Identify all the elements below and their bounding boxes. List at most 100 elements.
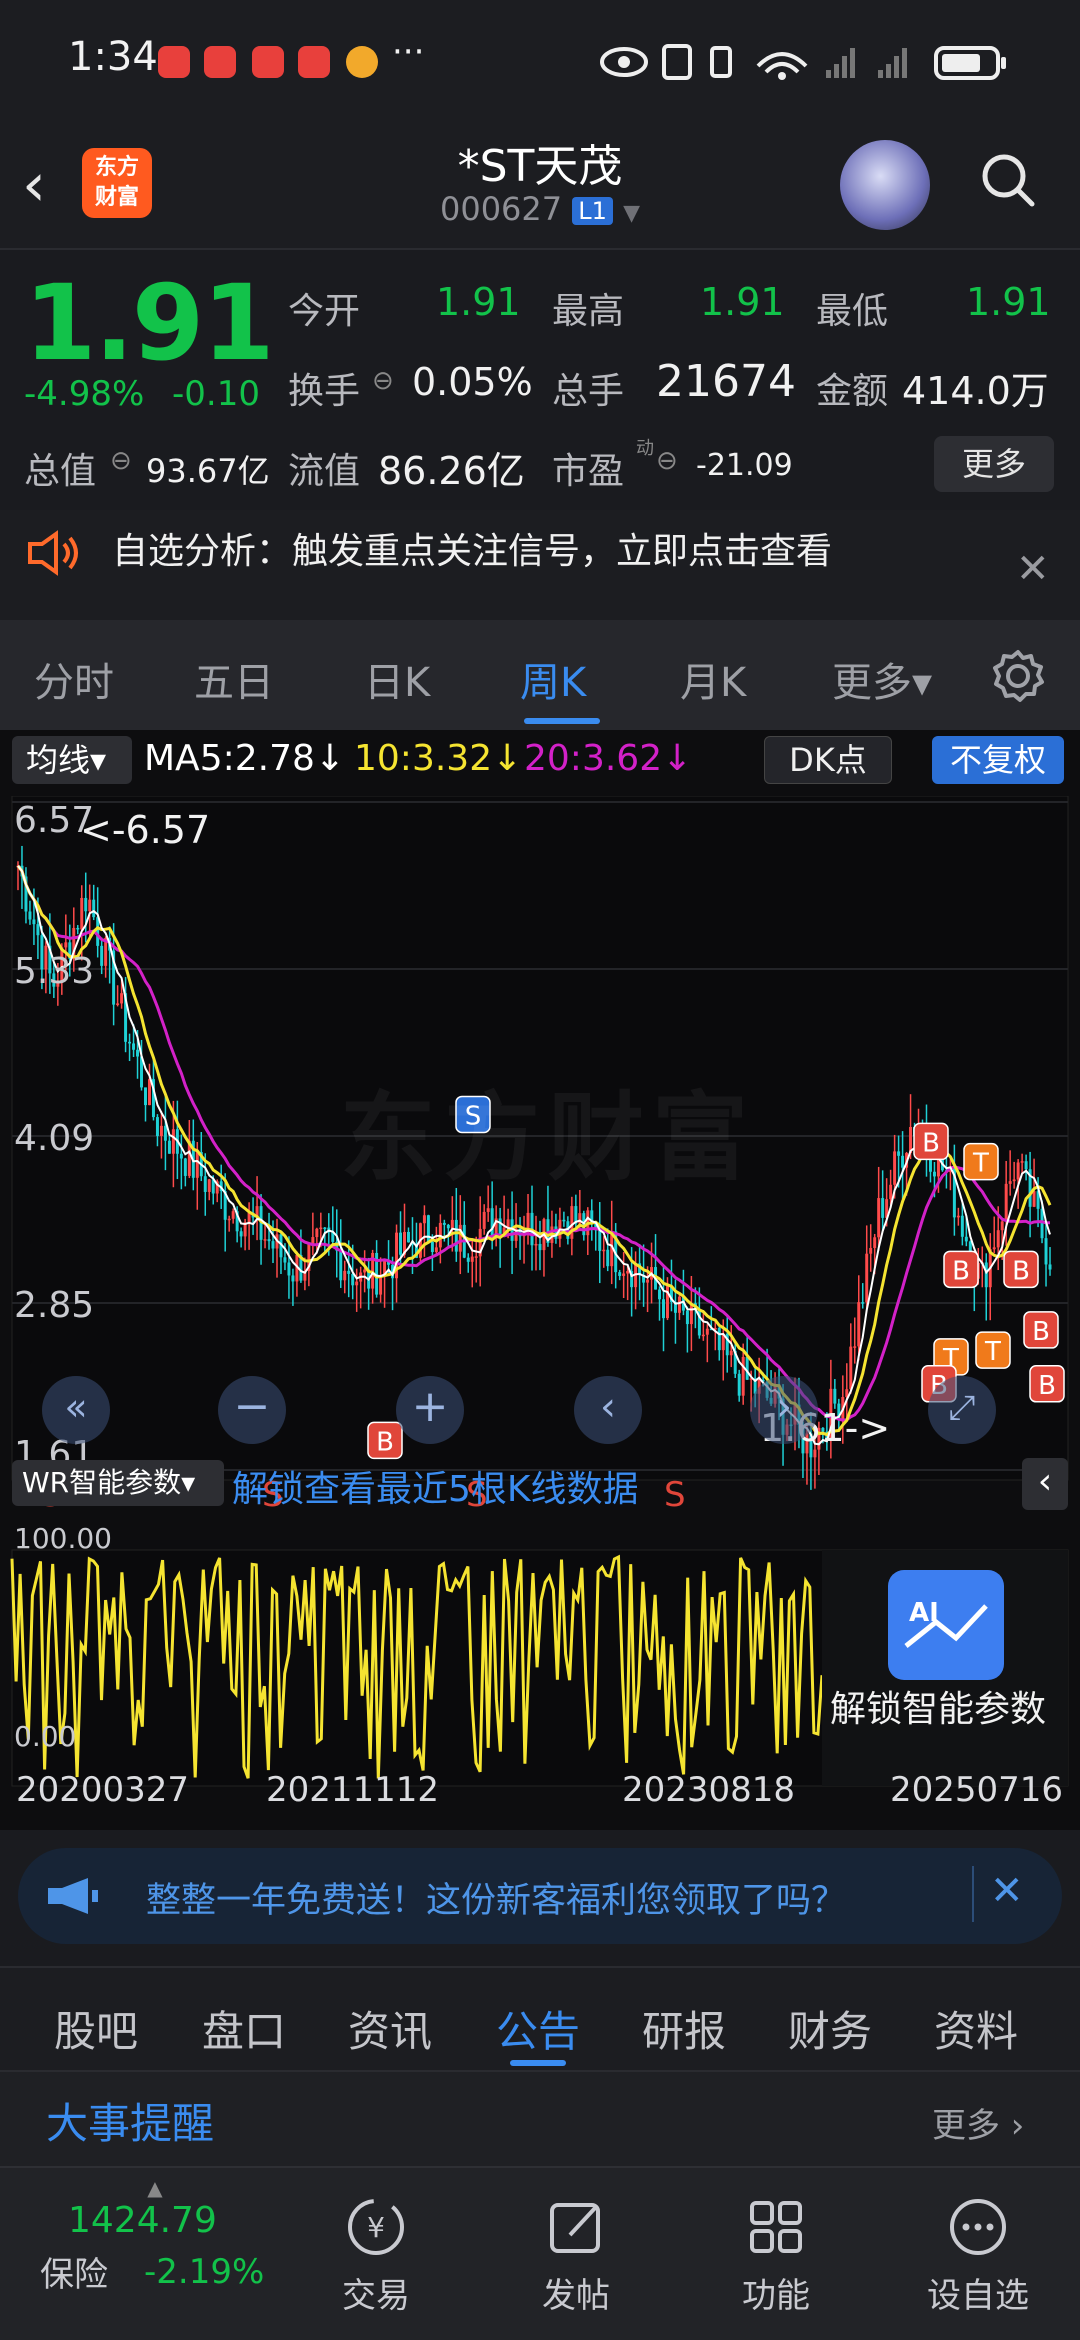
tab-profile[interactable]: 资料 xyxy=(934,1998,1018,2059)
tab-daily-k[interactable]: 日K xyxy=(364,650,430,708)
index-value: 1424.79 xyxy=(68,2200,217,2241)
candle-body xyxy=(136,1049,140,1057)
nav-add-watchlist[interactable]: 设自选 xyxy=(898,2192,1058,2317)
status-bar: 1:34 ··· xyxy=(0,0,1080,120)
scroll-left-fast-button[interactable]: « xyxy=(42,1376,110,1444)
float-cap-label: 流值 xyxy=(288,451,361,492)
candle-body xyxy=(717,1328,721,1351)
weibo-icon xyxy=(346,46,378,78)
candle-body xyxy=(355,1281,359,1286)
pe-value: -21.09 xyxy=(696,448,793,483)
candle-body xyxy=(602,1249,606,1252)
notification-icon xyxy=(252,46,284,78)
svg-text:B: B xyxy=(922,1128,940,1158)
candle-body xyxy=(454,1219,458,1252)
nav-post[interactable]: 发帖 xyxy=(496,2192,656,2317)
candle-body xyxy=(179,1153,183,1159)
notification-icon xyxy=(158,46,190,78)
unlock-kline-link[interactable]: 解锁查看最近5根K线数据 xyxy=(232,1460,639,1512)
notification-icon xyxy=(204,46,236,78)
notice-text: 自选分析：触发重点关注信号，立即点击查看 xyxy=(112,531,833,572)
tab-guba[interactable]: 股吧 xyxy=(54,1998,138,2059)
svg-text:T: T xyxy=(984,1337,1001,1367)
tab-five-day[interactable]: 五日 xyxy=(194,650,274,708)
signal-marker: B xyxy=(1023,1311,1059,1349)
candle-body xyxy=(474,1256,478,1258)
candle-body xyxy=(64,942,68,948)
candle-body xyxy=(677,1296,681,1313)
info-icon[interactable]: ⊖ xyxy=(372,366,394,396)
tab-monthly-k[interactable]: 月K xyxy=(680,650,746,708)
tab-pankou[interactable]: 盘口 xyxy=(202,1998,286,2059)
info-icon[interactable]: ⊖ xyxy=(656,446,678,476)
index-ticker[interactable]: ▲ 1424.79 保险 -2.19% xyxy=(20,2176,290,2326)
level-badge: L1 xyxy=(572,197,613,225)
candle-body xyxy=(343,1270,347,1281)
candle-body xyxy=(901,1155,905,1168)
candle-body xyxy=(207,1179,211,1192)
amount-label: 金额 xyxy=(816,371,889,412)
candle-body xyxy=(32,919,36,925)
dk-point-button[interactable]: DK点 xyxy=(764,736,892,784)
candle-body xyxy=(323,1227,327,1230)
candle-body xyxy=(1000,1221,1004,1231)
signal-marker: T xyxy=(963,1142,999,1181)
zoom-in-button[interactable]: + xyxy=(396,1376,464,1444)
candle-body xyxy=(705,1328,709,1335)
nav-functions[interactable]: 功能 xyxy=(696,2192,856,2317)
search-icon[interactable] xyxy=(978,150,1038,210)
zoom-out-button[interactable]: − xyxy=(218,1376,286,1444)
fullscreen-icon[interactable]: ⤢ xyxy=(928,1376,996,1444)
chart-period-tabs: 分时 五日 日K 周K 月K 更多▾ xyxy=(0,620,1080,730)
candle-body xyxy=(741,1356,745,1396)
indicator-max-label: 100.00 xyxy=(14,1522,112,1555)
tab-announcements[interactable]: 公告 xyxy=(496,1998,580,2059)
nav-trade[interactable]: ¥ 交易 xyxy=(296,2192,456,2317)
y-tick-label: 4.09 xyxy=(14,1118,94,1159)
candle-body xyxy=(893,1151,897,1185)
scroll-right-button[interactable]: › xyxy=(750,1376,818,1444)
more-quote-button[interactable]: 更多 xyxy=(934,436,1054,492)
candle-body xyxy=(849,1346,853,1390)
candle-body xyxy=(171,1129,175,1154)
svg-text:B: B xyxy=(1038,1371,1056,1401)
ma-selector[interactable]: 均线▾ xyxy=(12,736,132,784)
collapse-panel-button[interactable]: ‹ xyxy=(1022,1458,1068,1510)
analysis-notice[interactable]: 自选分析：触发重点关注信号，立即点击查看 ✕ xyxy=(0,510,1080,620)
indicator-selector[interactable]: WR智能参数▾ xyxy=(12,1460,224,1506)
candle-body xyxy=(486,1208,490,1212)
candle-body xyxy=(147,1079,151,1106)
events-section[interactable]: 大事提醒 更多 › xyxy=(0,2070,1080,2166)
pe-superscript: 动 xyxy=(636,438,654,459)
tab-more[interactable]: 更多▾ xyxy=(832,650,932,708)
watermark: 东方财富 xyxy=(340,1082,756,1194)
tab-news[interactable]: 资讯 xyxy=(348,1998,432,2059)
scroll-left-button[interactable]: ‹ xyxy=(574,1376,642,1444)
stock-header: ‹ 东方 财富 *ST天茂 000627 L1 ▼ xyxy=(0,120,1080,250)
candle-body xyxy=(116,1003,120,1005)
no-adjust-button[interactable]: 不复权 xyxy=(932,736,1064,784)
ai-unlock-button[interactable]: 解锁智能参数 xyxy=(830,1680,1046,1732)
turnover-label: 换手 xyxy=(288,371,361,412)
candle-body xyxy=(430,1241,434,1252)
candle-body xyxy=(1044,1238,1048,1265)
candle-body xyxy=(88,899,92,912)
tab-finance[interactable]: 财务 xyxy=(788,1998,872,2059)
info-icon[interactable]: ⊖ xyxy=(110,446,132,476)
x-label-2: 20211112 xyxy=(266,1770,440,1810)
sell-signal-label: S xyxy=(664,1475,686,1515)
close-icon[interactable]: ✕ xyxy=(990,1868,1024,1914)
events-more-link[interactable]: 更多 › xyxy=(932,2098,1024,2147)
candle-body xyxy=(813,1449,817,1458)
candle-body xyxy=(570,1206,574,1239)
tab-research[interactable]: 研报 xyxy=(642,1998,726,2059)
tab-weekly-k[interactable]: 周K xyxy=(520,650,586,708)
yen-cycle-icon: ¥ xyxy=(348,2199,404,2255)
assistant-robot-icon[interactable] xyxy=(840,140,930,230)
signal-marker: B xyxy=(367,1421,403,1460)
tab-intraday[interactable]: 分时 xyxy=(34,650,114,708)
close-icon[interactable]: ✕ xyxy=(1016,546,1050,592)
promo-banner[interactable]: 整整一年免费送！这份新客福利您领取了吗？ ✕ xyxy=(18,1848,1062,1944)
settings-gear-icon[interactable] xyxy=(990,648,1046,704)
candle-body xyxy=(283,1257,287,1263)
